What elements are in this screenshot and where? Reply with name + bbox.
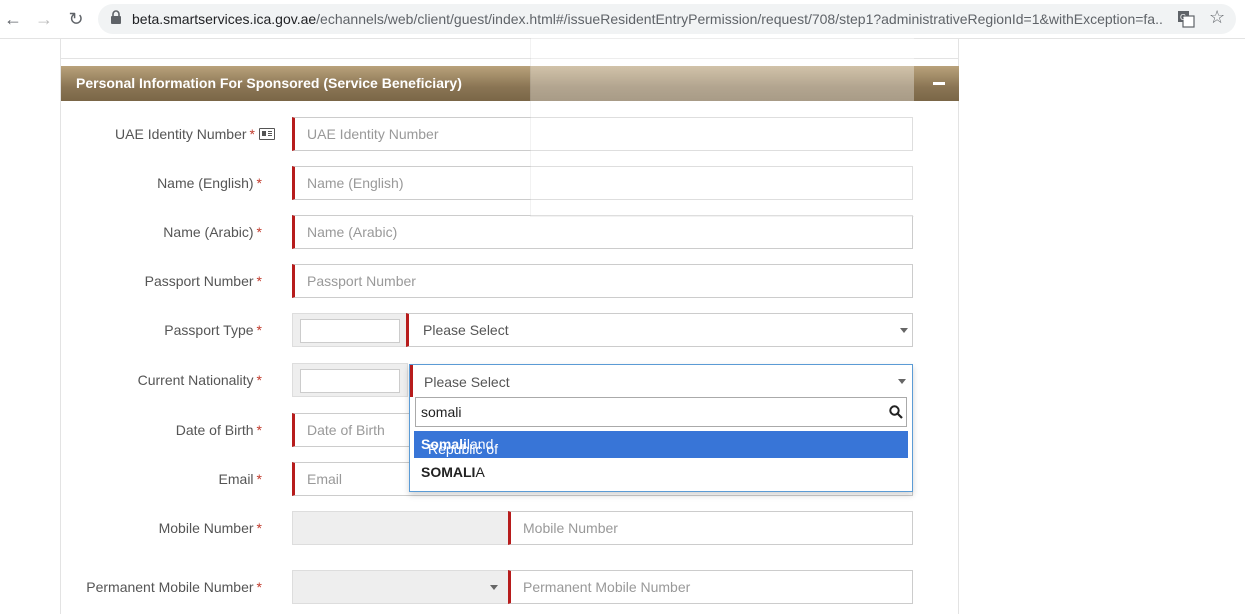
uae-id-placeholder: UAE Identity Number [307,126,439,142]
perm-mobile-country-select[interactable] [292,570,510,604]
uae-id-label-text: UAE Identity Number [115,126,247,142]
back-arrow-icon[interactable]: ← [2,8,24,30]
mobile-placeholder: Mobile Number [523,520,618,536]
nationality-label-text: Current Nationality [137,372,254,388]
required-indicator [410,365,413,397]
lock-icon[interactable] [110,10,122,24]
perm-mobile-label: Permanent Mobile Number * [86,579,262,595]
passport-type-value: Please Select [423,322,509,338]
url-text[interactable]: beta.smartservices.ica.gov.ae/echannels/… [132,11,1162,27]
content-border-right [958,38,959,614]
url-path: /echannels/web/client/guest/index.html#/… [316,11,1162,27]
url-host: beta.smartservices.ica.gov.ae [132,11,317,27]
dob-label-text: Date of Birth [175,422,254,438]
chevron-down-icon[interactable] [490,585,498,590]
forward-arrow-icon[interactable]: → [33,8,55,30]
nationality-code-box [292,363,408,397]
passport-type-code-box [292,313,408,347]
passport-type-label: Passport Type * [164,322,262,338]
name-en-label-text: Name (English) [157,175,254,191]
svg-text:G: G [1180,13,1186,22]
search-query: somali [421,404,462,420]
nationality-select[interactable]: Please Select [410,365,912,397]
name-ar-placeholder: Name (Arabic) [307,224,398,240]
minus-icon[interactable] [933,82,945,85]
required-mark: * [256,175,262,191]
nationality-code-input[interactable] [300,369,400,393]
tooltip-overlay [530,38,914,217]
id-card-icon[interactable] [259,128,275,140]
option-prefix: Republic of [428,441,499,457]
name-en-placeholder: Name (English) [307,175,404,191]
nationality-search-input[interactable]: somali [415,397,907,427]
name-en-label: Name (English) * [157,175,262,191]
nationality-dropdown[interactable]: Please Select somali Republic of Somalil… [409,364,913,492]
required-mark: * [256,224,262,240]
nationality-option[interactable]: SOMALIA [414,459,908,486]
option-suffix: A [475,464,485,480]
passport-number-input[interactable]: Passport Number [292,264,913,298]
required-mark: * [256,372,262,388]
passport-type-label-text: Passport Type [164,322,254,338]
mobile-label: Mobile Number * [159,520,262,536]
nationality-option[interactable]: Republic of Somaliland [414,431,908,458]
chevron-down-icon[interactable] [898,379,906,384]
name-ar-label-text: Name (Arabic) [163,224,254,240]
nationality-value: Please Select [424,374,510,390]
perm-mobile-input[interactable]: Permanent Mobile Number [508,570,913,604]
panel-title: Personal Information For Sponsored (Serv… [76,75,462,91]
required-mark: * [256,579,262,595]
nationality-label: Current Nationality * [138,372,262,388]
required-mark: * [249,126,255,142]
dob-placeholder: Date of Birth [307,422,385,438]
email-label: Email * [219,471,262,487]
required-mark: * [256,520,262,536]
chevron-down-icon[interactable] [900,328,908,333]
email-label-text: Email [218,471,254,487]
name-ar-input[interactable]: Name (Arabic) [292,215,913,249]
name-ar-label: Name (Arabic) * [163,224,262,240]
passport-type-code-input[interactable] [300,319,400,343]
passport-type-select[interactable]: Please Select [406,313,913,347]
uae-id-label: UAE Identity Number * [115,126,275,142]
reload-icon[interactable]: ↻ [65,8,87,30]
mobile-country-code[interactable] [292,511,510,545]
required-mark: * [256,422,262,438]
required-mark: * [256,273,262,289]
passport-number-placeholder: Passport Number [307,273,416,289]
passport-number-label: Passport Number * [145,273,262,289]
mobile-label-text: Mobile Number [158,520,254,536]
dob-label: Date of Birth * [176,422,262,438]
required-mark: * [256,322,262,338]
perm-mobile-label-text: Permanent Mobile Number [86,579,254,595]
browser-toolbar: ← → ↻ beta.smartservices.ica.gov.ae/echa… [0,0,1245,39]
star-icon[interactable]: ☆ [1209,7,1225,28]
content-border-left [60,38,61,614]
mobile-input[interactable]: Mobile Number [508,511,913,545]
required-mark: * [256,471,262,487]
perm-mobile-placeholder: Permanent Mobile Number [523,579,691,595]
option-match: SOMALI [421,464,476,480]
search-icon[interactable] [889,405,903,419]
passport-number-label-text: Passport Number [144,273,254,289]
email-placeholder: Email [307,471,343,487]
translate-icon[interactable]: G [1177,10,1195,28]
